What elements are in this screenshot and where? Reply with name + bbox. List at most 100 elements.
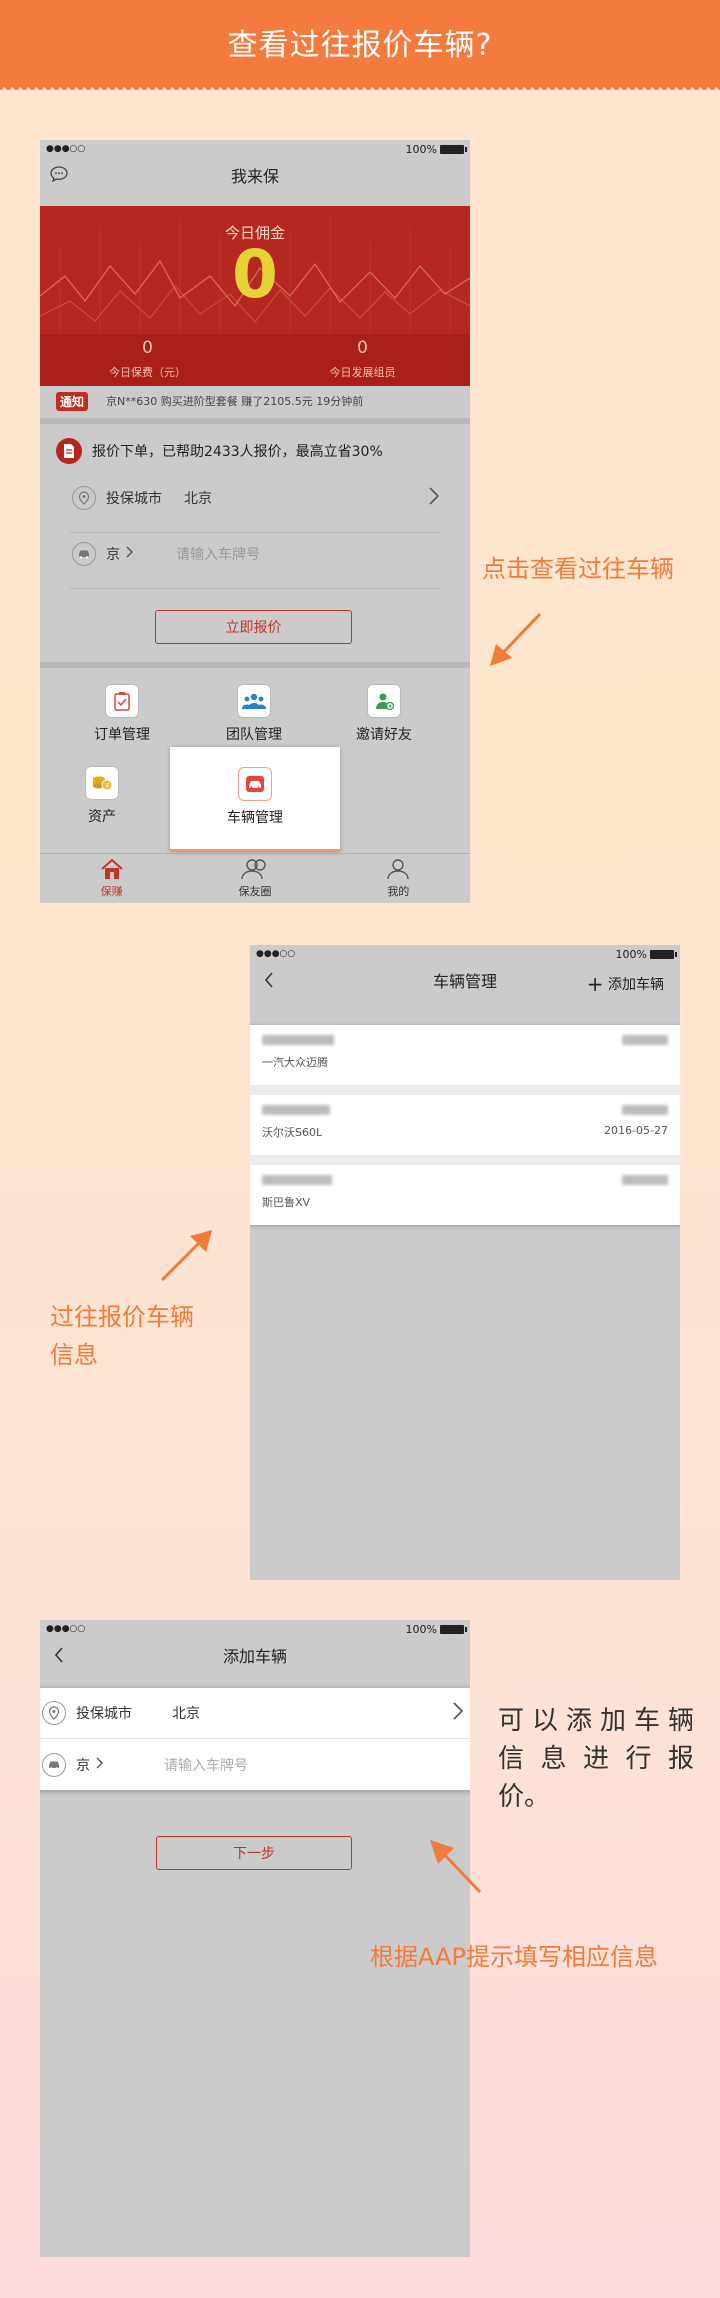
vehicle-model: 斯巴鲁XV — [262, 1196, 311, 1209]
grid-item-invite[interactable]: 邀请好友 — [324, 684, 444, 744]
grid-item-team[interactable]: 团队管理 — [194, 684, 314, 744]
plate-number-redacted — [262, 1175, 332, 1185]
car-icon — [238, 767, 272, 801]
quote-now-button[interactable]: 立即报价 — [155, 610, 352, 644]
friends-icon — [183, 858, 326, 883]
chevron-right-icon — [452, 1701, 464, 1725]
vehicle-date: 2016-05-27 — [604, 1124, 668, 1137]
plate-input[interactable]: 请输入车牌号 — [164, 1755, 248, 1775]
vehicle-row[interactable]: 斯巴鲁XV — [250, 1165, 680, 1225]
page-title: 添加车辆 — [222, 1647, 287, 1666]
nav-bar: 添加车辆 — [40, 1638, 470, 1672]
add-vehicle-form: 投保城市 北京 京 请输入车牌号 — [40, 1688, 470, 1790]
grid-item-label: 资产 — [88, 809, 116, 825]
premium-stat: 0 今日保费（元） — [40, 338, 255, 380]
row-separator — [250, 1085, 680, 1095]
form-divider — [70, 532, 440, 533]
signal-indicator: ●●●○○ — [46, 1624, 86, 1634]
home-icon — [40, 858, 183, 883]
back-chevron-icon[interactable] — [54, 1647, 64, 1667]
quote-headline: 报价下单，已帮助2433人报价，最高立省30% — [92, 444, 383, 460]
banner-title: 查看过往报价车辆? — [227, 28, 493, 63]
tab-home[interactable]: 保赚 — [40, 854, 183, 903]
add-vehicle-label: 添加车辆 — [608, 977, 664, 993]
city-label: 投保城市 — [106, 491, 162, 507]
plate-prefix[interactable]: 京 — [76, 1755, 90, 1775]
annotation-view-vehicles: 点击查看过往车辆 — [482, 555, 674, 583]
person-icon — [327, 858, 470, 883]
coins-icon: ¥ — [85, 766, 119, 800]
tab-profile[interactable]: 我的 — [327, 854, 470, 903]
row-separator — [250, 1155, 680, 1165]
arrow-up-right-icon — [160, 1230, 212, 1282]
grid-item-orders[interactable]: 订单管理 — [62, 684, 182, 744]
section-divider — [40, 662, 470, 668]
signal-indicator: ●●●○○ — [46, 144, 86, 154]
vehicle-row[interactable]: 一汽大众迈腾 — [250, 1025, 680, 1085]
add-vehicle-button[interactable]: + 添加车辆 — [587, 972, 664, 996]
side-explanation: 可以添加车辆 信息进行报 价。 — [498, 1702, 694, 1816]
plate-prefix[interactable]: 京 — [106, 544, 120, 564]
members-value: 0 — [357, 338, 368, 358]
side-text-line: 信息进行报 — [498, 1744, 694, 1774]
location-pin-icon — [72, 486, 96, 510]
quote-headline-row: 报价下单，已帮助2433人报价，最高立省30% — [56, 438, 383, 464]
signal-indicator: ●●●○○ — [256, 949, 296, 959]
grid-item-vehicles[interactable]: 车辆管理 — [170, 747, 340, 851]
section-divider — [40, 418, 470, 424]
plate-field[interactable]: 京 请输入车牌号 — [72, 542, 440, 566]
chat-bubble-icon[interactable] — [50, 166, 68, 186]
battery-indicator: 100% — [616, 948, 677, 961]
back-chevron-icon[interactable] — [264, 972, 274, 992]
plate-input[interactable]: 请输入车牌号 — [176, 544, 260, 564]
arrow-down-left-icon — [490, 612, 542, 666]
premium-label: 今日保费（元） — [109, 366, 186, 379]
city-field[interactable]: 投保城市 北京 — [72, 486, 440, 510]
team-icon — [237, 684, 271, 718]
commission-value: 0 — [232, 236, 278, 313]
vehicle-meta — [622, 1175, 668, 1188]
plate-number-redacted — [262, 1035, 334, 1045]
form-divider — [70, 588, 440, 589]
grid-item-label: 订单管理 — [94, 727, 150, 743]
members-label: 今日发展组员 — [329, 366, 396, 379]
city-value: 北京 — [184, 491, 212, 507]
notice-tag: 通知 — [56, 391, 89, 411]
page-title: 我来保 — [230, 167, 279, 186]
vehicle-row[interactable]: 沃尔沃S60L 2016-05-27 — [250, 1095, 680, 1155]
plate-number-redacted — [262, 1105, 330, 1115]
grid-item-label: 邀请好友 — [356, 727, 412, 743]
clipboard-icon — [105, 684, 139, 718]
side-text-line: 价。 — [498, 1782, 551, 1812]
battery-indicator: 100% — [406, 1623, 467, 1636]
vehicle-list: 一汽大众迈腾 沃尔沃S60L 2016-05-27 斯巴鲁XV — [250, 1025, 680, 1225]
arrow-up-left-icon — [430, 1840, 482, 1894]
battery-icon — [440, 1624, 467, 1634]
form-divider — [40, 1738, 470, 1739]
notice-bar[interactable]: 通知 京N**630 购买进阶型套餐 赚了2105.5元 19分钟前 — [40, 386, 470, 416]
plate-field[interactable]: 京 请输入车牌号 — [42, 1740, 464, 1790]
premium-value: 0 — [142, 338, 153, 358]
car-circle-icon — [42, 1753, 66, 1777]
location-pin-icon — [42, 1701, 66, 1725]
grid-item-label: 车辆管理 — [227, 810, 283, 826]
vehicle-model: 一汽大众迈腾 — [262, 1056, 328, 1069]
battery-label: 100% — [405, 142, 437, 156]
tab-label: 保赚 — [100, 885, 123, 898]
owner-redacted — [622, 1035, 668, 1045]
side-text-line: 可以添加车辆 — [498, 1706, 694, 1736]
annotation-past-vehicles: 过往报价车辆 信息 — [50, 1298, 194, 1374]
city-value: 北京 — [172, 1706, 200, 1722]
status-bar: ●●●○○ 100% — [40, 140, 470, 158]
grid-item-assets[interactable]: ¥ 资产 — [42, 766, 162, 826]
members-stat: 0 今日发展组员 — [255, 338, 470, 380]
tab-friends[interactable]: 保友圈 — [183, 854, 326, 903]
notice-text: 京N**630 购买进阶型套餐 赚了2105.5元 19分钟前 — [106, 395, 364, 408]
vehicle-meta — [622, 1035, 668, 1048]
car-circle-icon — [72, 542, 96, 566]
home-screen: ●●●○○ 100% 我来保 今日佣金 0 0 今日保费（元） 0 今日发展组员… — [40, 140, 470, 903]
city-field[interactable]: 投保城市 北京 — [42, 1688, 464, 1738]
next-step-button[interactable]: 下一步 — [156, 1836, 352, 1870]
battery-icon — [650, 949, 677, 959]
nav-bar: 车辆管理 + 添加车辆 — [250, 963, 680, 997]
